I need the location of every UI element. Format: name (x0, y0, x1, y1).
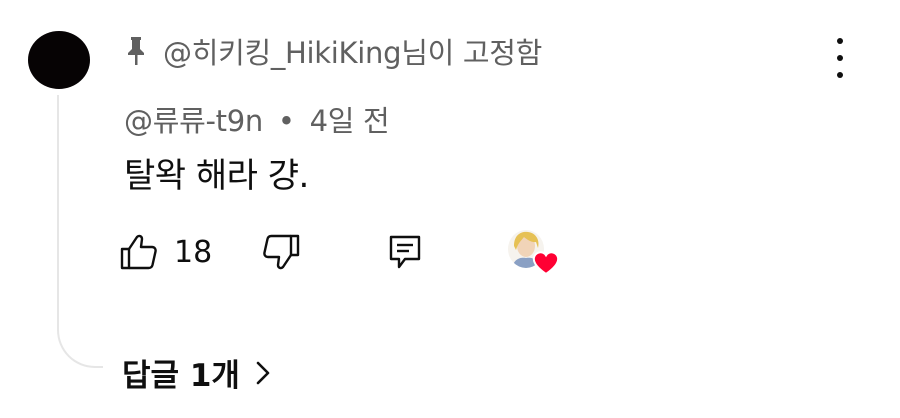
view-replies-button[interactable]: 답글 1개 (122, 350, 272, 395)
more-vertical-icon (837, 38, 843, 44)
commenter-avatar[interactable] (28, 31, 90, 89)
pinned-label: @히키킹_HikiKing님이 고정함 (163, 36, 543, 70)
creator-heart-icon (532, 251, 560, 276)
dislike-button[interactable] (262, 234, 300, 270)
replies-label: 답글 1개 (122, 358, 240, 394)
author-handle[interactable]: @류류-t9n (124, 104, 263, 138)
reply-icon (389, 235, 421, 269)
thumbs-down-icon (263, 234, 300, 270)
reply-thread-line (57, 95, 103, 368)
timestamp: 4일 전 (309, 104, 390, 138)
comment-text: 탈왁 해라 걍. (124, 156, 309, 196)
comment-meta: @류류-t9n • 4일 전 (124, 98, 390, 140)
thumbs-up-icon (120, 234, 157, 270)
reply-button[interactable] (388, 234, 422, 270)
pin-icon (128, 37, 144, 65)
creator-heart-badge (508, 228, 560, 280)
pinned-banner: @히키킹_HikiKing님이 고정함 (125, 30, 542, 72)
meta-separator: • (277, 104, 295, 138)
like-button[interactable]: 18 (120, 234, 212, 270)
like-count: 18 (174, 234, 213, 270)
chevron-right-icon (256, 361, 270, 384)
more-options-button[interactable] (826, 38, 854, 78)
